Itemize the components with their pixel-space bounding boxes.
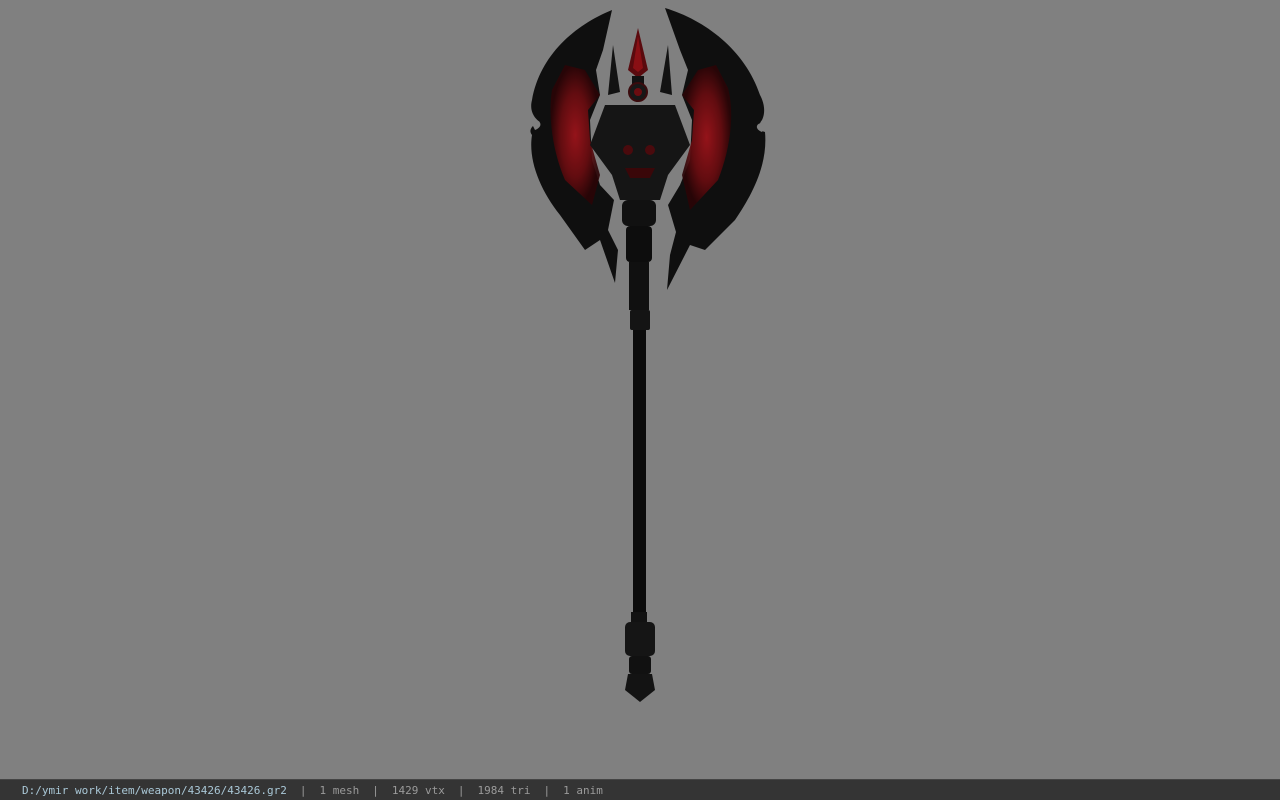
axe-model [530,8,768,702]
animation-count: 1 anim [563,783,603,797]
horn-right [660,45,672,95]
mesh-count: 1 mesh [319,783,360,797]
separator: | [543,783,551,797]
pommel-tip [625,674,655,702]
file-path: D:/ymir work/item/weapon/43426/43426.gr2 [22,783,287,797]
skull-head [590,105,690,200]
status-bar: D:/ymir work/item/weapon/43426/43426.gr2… [0,779,1280,800]
shaft [633,330,646,615]
separator: | [299,783,307,797]
separator: | [457,783,465,797]
3d-viewport[interactable] [0,0,1280,779]
triangle-count: 1984 tri [477,783,531,797]
vertex-count: 1429 vtx [391,783,445,797]
horn-left [608,45,620,95]
separator: | [372,783,379,797]
